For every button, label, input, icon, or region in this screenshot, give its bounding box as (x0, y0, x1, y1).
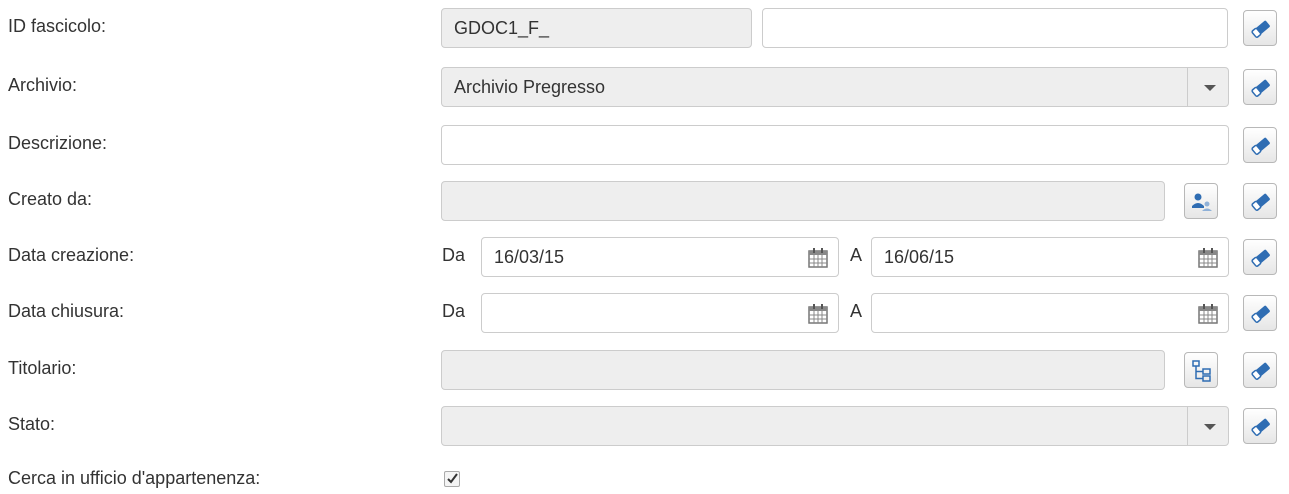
row-cerca-ufficio: Cerca in ufficio d'appartenenza: (0, 462, 1289, 492)
row-descrizione: Descrizione: (0, 125, 1289, 165)
archivio-label: Archivio: (8, 75, 78, 95)
clear-descrizione-button[interactable] (1243, 127, 1277, 163)
cerca-ufficio-checkbox[interactable] (444, 471, 460, 487)
titolario-label: Titolario: (8, 358, 77, 378)
data-chiusura-to-input[interactable] (871, 293, 1229, 333)
row-creato-da: Creato da: (0, 181, 1289, 221)
row-titolario: Titolario: (0, 350, 1289, 390)
data-chiusura-from-input[interactable] (481, 293, 839, 333)
id-fascicolo-input[interactable] (762, 8, 1228, 48)
row-archivio: Archivio: Archivio Pregresso (0, 67, 1289, 107)
titolario-field (441, 350, 1165, 390)
data-creazione-label: Data creazione: (8, 245, 135, 265)
row-data-chiusura: Data chiusura: Da A (0, 293, 1289, 333)
calendar-icon[interactable] (808, 248, 828, 273)
creato-da-field (441, 181, 1165, 221)
clear-id-fascicolo-button[interactable] (1243, 10, 1277, 46)
id-fascicolo-label: ID fascicolo: (8, 16, 107, 36)
data-chiusura-label: Data chiusura: (8, 301, 125, 321)
archivio-select[interactable]: Archivio Pregresso (441, 67, 1229, 107)
descrizione-label: Descrizione: (8, 133, 108, 153)
cerca-ufficio-label: Cerca in ufficio d'appartenenza: (8, 468, 261, 488)
clear-archivio-button[interactable] (1243, 69, 1277, 105)
calendar-icon[interactable] (1198, 304, 1218, 329)
data-creazione-from-label: Da (442, 245, 466, 265)
row-id-fascicolo: ID fascicolo: GDOC1_F_ (0, 8, 1289, 48)
stato-select[interactable] (441, 406, 1229, 446)
row-stato: Stato: (0, 406, 1289, 446)
clear-data-chiusura-button[interactable] (1243, 295, 1277, 331)
calendar-icon[interactable] (1198, 248, 1218, 273)
stato-label: Stato: (8, 414, 56, 434)
descrizione-input[interactable] (441, 125, 1229, 165)
data-creazione-to-label: A (850, 245, 863, 265)
calendar-icon[interactable] (808, 304, 828, 329)
clear-titolario-button[interactable] (1243, 352, 1277, 388)
select-user-button[interactable] (1184, 183, 1218, 219)
clear-stato-button[interactable] (1243, 408, 1277, 444)
id-fascicolo-prefix-field: GDOC1_F_ (441, 8, 752, 48)
data-creazione-to-input[interactable]: 16/06/15 (871, 237, 1229, 277)
row-data-creazione: Data creazione: Da 16/03/15 A 16/06/15 (0, 237, 1289, 277)
chevron-down-icon[interactable] (1204, 424, 1216, 430)
clear-data-creazione-button[interactable] (1243, 239, 1277, 275)
id-fascicolo-prefix: GDOC1_F_ (454, 18, 550, 38)
checkmark-icon (447, 473, 458, 484)
creato-da-label: Creato da: (8, 189, 93, 209)
chevron-down-icon[interactable] (1204, 85, 1216, 91)
select-titolario-button[interactable] (1184, 352, 1218, 388)
data-chiusura-to-label: A (850, 301, 863, 321)
data-creazione-from-input[interactable]: 16/03/15 (481, 237, 839, 277)
archivio-selected-value: Archivio Pregresso (454, 77, 606, 97)
data-chiusura-from-label: Da (442, 301, 466, 321)
clear-creato-da-button[interactable] (1243, 183, 1277, 219)
